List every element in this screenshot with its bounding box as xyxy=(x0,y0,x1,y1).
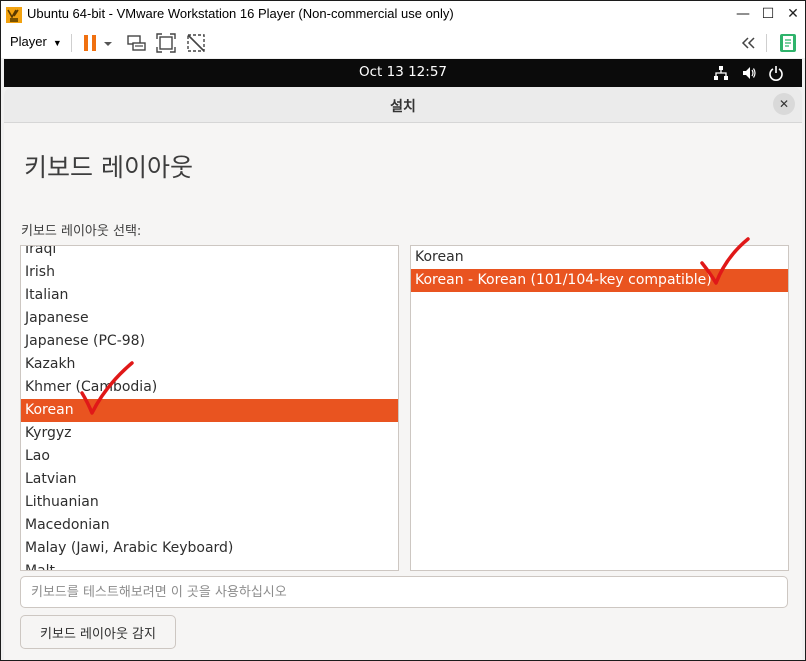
volume-icon[interactable] xyxy=(741,65,757,81)
layout-item[interactable]: Malay (Jawi, Arabic Keyboard) xyxy=(21,537,398,560)
pause-icon[interactable] xyxy=(79,32,101,54)
installer-dialog: 설치 ✕ 키보드 레이아웃 키보드 레이아웃 선택: Iraqi Irish Ita… xyxy=(4,87,802,660)
vmware-app-icon xyxy=(6,7,22,23)
send-ctrl-alt-del-icon[interactable] xyxy=(125,32,147,54)
layout-select-label: 키보드 레이아웃 선택: xyxy=(21,224,142,239)
back-icon[interactable] xyxy=(737,32,759,54)
dialog-header: 설치 ✕ xyxy=(4,87,802,123)
layout-list-rows: Iraqi Irish Italian Japanese Japanese (PC-98… xyxy=(21,246,398,570)
close-window-button[interactable]: ✕ xyxy=(781,3,805,25)
layout-item[interactable]: Iraqi xyxy=(21,246,398,261)
window-title: Ubuntu 64-bit - VMware Workstation 16 Pl… xyxy=(27,6,454,21)
dialog-title: 설치 xyxy=(390,99,416,115)
variant-item[interactable]: Korean xyxy=(411,246,788,269)
layout-item[interactable]: Italian xyxy=(21,284,398,307)
layout-item[interactable]: Lao xyxy=(21,445,398,468)
layout-item[interactable]: Latvian xyxy=(21,468,398,491)
gnome-top-bar: Oct 13 12:57 xyxy=(4,59,802,87)
close-icon[interactable]: ✕ xyxy=(773,93,795,115)
vmware-toolbar: Player ▼ xyxy=(1,28,805,58)
maximize-button[interactable]: ☐ xyxy=(756,3,780,25)
fullscreen-icon[interactable] xyxy=(155,32,177,54)
notes-icon[interactable] xyxy=(777,32,799,54)
player-menu-button[interactable]: Player ▼ xyxy=(10,34,62,49)
unity-icon[interactable] xyxy=(185,32,207,54)
keyboard-test-input[interactable] xyxy=(20,576,788,608)
layout-list[interactable]: Iraqi Irish Italian Japanese Japanese (PC-98… xyxy=(20,245,399,571)
layout-item[interactable]: Kazakh xyxy=(21,353,398,376)
layout-item[interactable]: Japanese (PC-98) xyxy=(21,330,398,353)
layout-item[interactable]: Japanese xyxy=(21,307,398,330)
power-icon[interactable] xyxy=(768,65,784,81)
window-titlebar[interactable]: Ubuntu 64-bit - VMware Workstation 16 Pl… xyxy=(1,1,805,28)
minimize-button[interactable]: — xyxy=(731,3,755,25)
variant-list-rows: Korean Korean - Korean (101/104-key compa… xyxy=(411,246,788,292)
vmware-window: Ubuntu 64-bit - VMware Workstation 16 Pl… xyxy=(0,0,806,661)
variant-item-selected[interactable]: Korean - Korean (101/104-key compatible) xyxy=(411,269,788,292)
layout-item[interactable]: Khmer (Cambodia) xyxy=(21,376,398,399)
toolbar-divider xyxy=(766,34,767,52)
layout-item[interactable]: Malt xyxy=(21,560,398,570)
player-menu-label: Player xyxy=(10,34,47,49)
layout-item-selected[interactable]: Korean xyxy=(21,399,398,422)
page-title: 키보드 레이아웃 xyxy=(24,153,193,182)
variant-list[interactable]: Korean Korean - Korean (101/104-key compa… xyxy=(410,245,789,571)
chevron-down-icon: ▼ xyxy=(52,37,62,48)
layout-item[interactable]: Kyrgyz xyxy=(21,422,398,445)
toolbar-divider xyxy=(71,34,72,52)
dropdown-icon[interactable] xyxy=(101,32,115,54)
layout-item[interactable]: Irish xyxy=(21,261,398,284)
network-icon[interactable] xyxy=(713,65,729,81)
layout-item[interactable]: Macedonian xyxy=(21,514,398,537)
detect-layout-button[interactable]: 키보드 레이아웃 감지 xyxy=(20,615,176,649)
layout-item[interactable]: Lithuanian xyxy=(21,491,398,514)
clock[interactable]: Oct 13 12:57 xyxy=(4,64,802,80)
